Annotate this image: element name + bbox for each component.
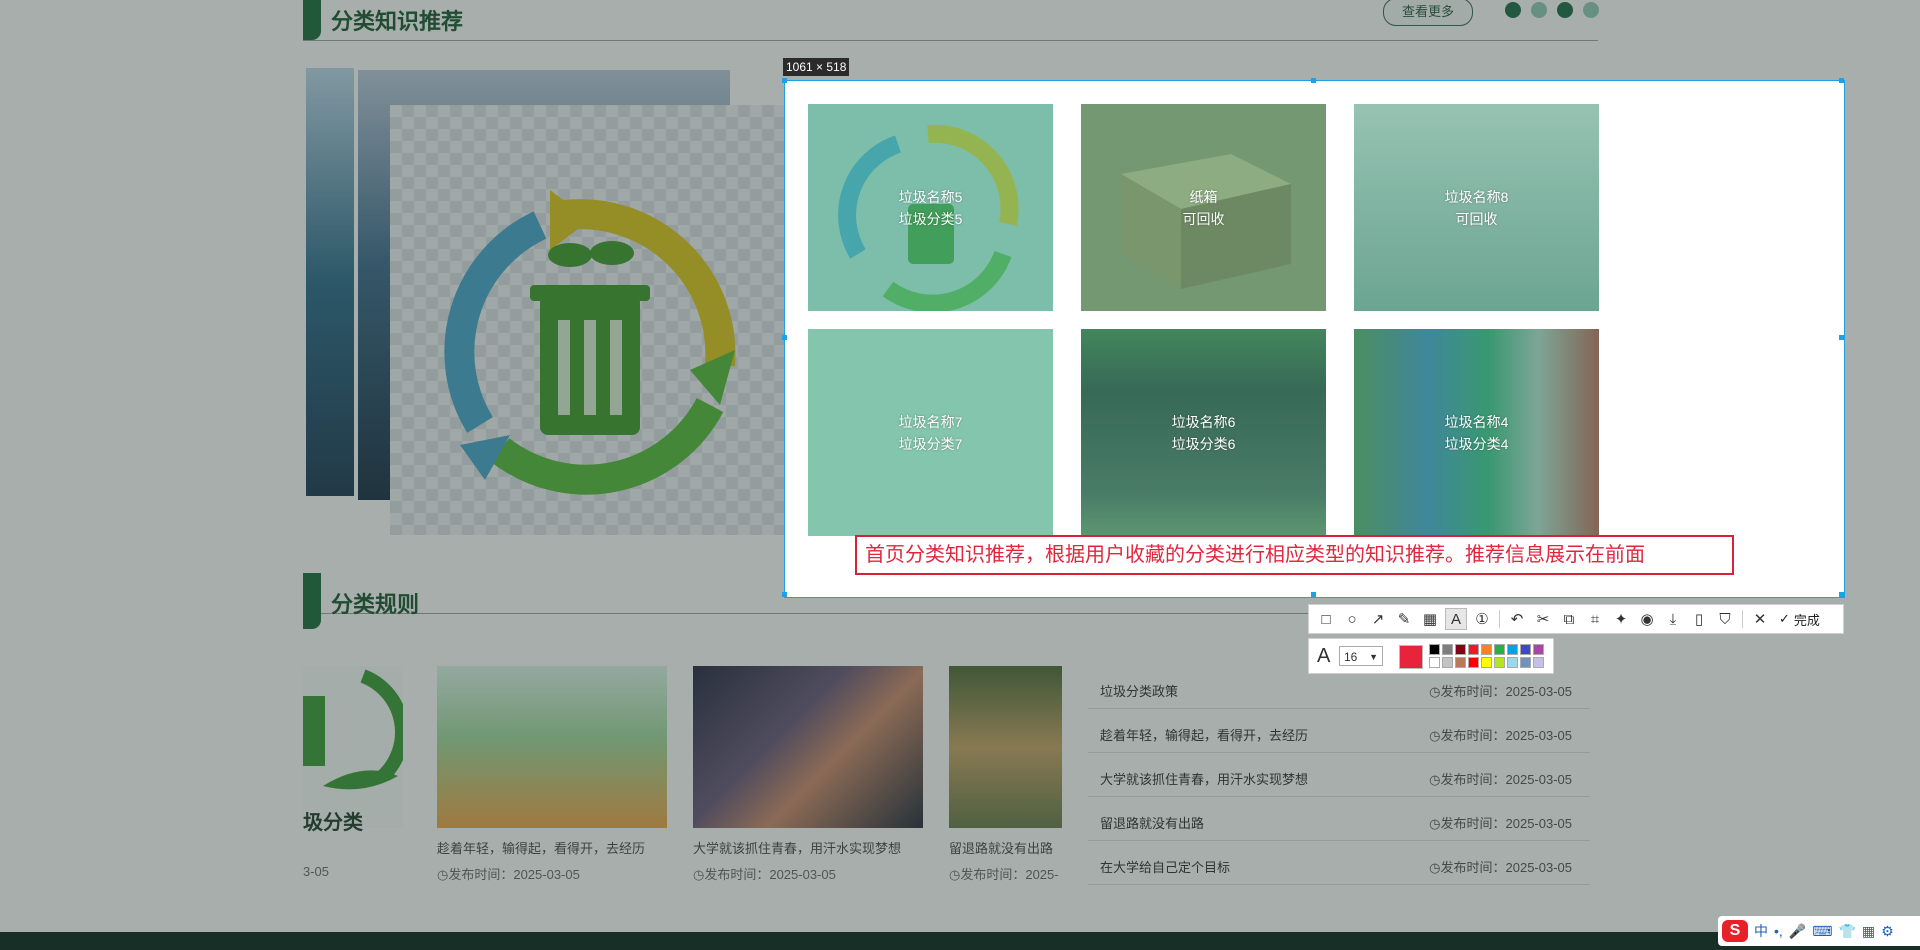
color-swatch[interactable] bbox=[1468, 657, 1479, 668]
resize-handle[interactable] bbox=[1311, 592, 1316, 597]
current-color-swatch[interactable] bbox=[1399, 645, 1423, 669]
mosaic-tool-icon[interactable]: ▦ bbox=[1419, 608, 1441, 630]
chevron-down-icon: ▼ bbox=[1369, 652, 1378, 662]
knowledge-card[interactable]: 垃圾名称6 垃圾分类6 bbox=[1081, 329, 1326, 536]
resize-handle[interactable] bbox=[1839, 592, 1844, 597]
color-swatch[interactable] bbox=[1481, 644, 1492, 655]
scissors-icon[interactable]: ✂ bbox=[1532, 608, 1554, 630]
card-text: 垃圾名称7 垃圾分类7 bbox=[898, 414, 963, 452]
screenshot-toolbar: □ ○ ↗ ✎ ▦ A ① ↶ ✂ ⧉ ⌗ ✦ ◉ ⤓ ▯ ⛉ ✕ ✓ 完成 bbox=[1308, 604, 1844, 634]
text-annotation[interactable]: 首页分类知识推荐，根据用户收藏的分类进行相应类型的知识推荐。推荐信息展示在前面 bbox=[855, 535, 1734, 575]
pin-icon[interactable]: ✦ bbox=[1610, 608, 1632, 630]
color-swatch[interactable] bbox=[1494, 657, 1505, 668]
undo-icon[interactable]: ↶ bbox=[1506, 608, 1528, 630]
card-text: 垃圾名称6 垃圾分类6 bbox=[1171, 414, 1236, 452]
color-swatch[interactable] bbox=[1455, 657, 1466, 668]
done-button[interactable]: ✓ 完成 bbox=[1779, 610, 1820, 629]
color-swatch[interactable] bbox=[1520, 657, 1531, 668]
ellipse-tool-icon[interactable]: ○ bbox=[1341, 608, 1363, 630]
close-icon[interactable]: ✕ bbox=[1749, 608, 1771, 630]
resize-handle[interactable] bbox=[1839, 335, 1844, 340]
ocr-icon[interactable]: ⌗ bbox=[1584, 608, 1606, 630]
resize-handle[interactable] bbox=[782, 78, 787, 83]
toolbar-divider bbox=[1742, 610, 1743, 628]
translate-icon[interactable]: ⧉ bbox=[1558, 608, 1580, 630]
card-text: 垃圾名称5 垃圾分类5 bbox=[898, 189, 963, 227]
font-size-select[interactable]: 16 ▼ bbox=[1339, 646, 1383, 666]
resize-handle[interactable] bbox=[782, 592, 787, 597]
settings-icon[interactable]: ⚙ bbox=[1881, 923, 1894, 940]
record-icon[interactable]: ◉ bbox=[1636, 608, 1658, 630]
knowledge-card[interactable]: 垃圾名称7 垃圾分类7 bbox=[808, 329, 1053, 536]
keyboard-icon[interactable]: ⌨ bbox=[1812, 923, 1832, 940]
mobile-icon[interactable]: ▯ bbox=[1688, 608, 1710, 630]
pen-tool-icon[interactable]: ✎ bbox=[1393, 608, 1415, 630]
knowledge-card[interactable]: 纸箱 可回收 bbox=[1081, 104, 1326, 311]
bookmark-icon[interactable]: ⛉ bbox=[1714, 608, 1736, 630]
knowledge-card[interactable]: 垃圾名称8 可回收 bbox=[1354, 104, 1599, 311]
card-text: 纸箱 可回收 bbox=[1182, 189, 1225, 227]
color-swatch[interactable] bbox=[1429, 644, 1440, 655]
resize-handle[interactable] bbox=[782, 335, 787, 340]
card-text: 垃圾名称4 垃圾分类4 bbox=[1444, 414, 1509, 452]
color-swatch[interactable] bbox=[1429, 657, 1440, 668]
color-swatch[interactable] bbox=[1481, 657, 1492, 668]
resize-handle[interactable] bbox=[1839, 78, 1844, 83]
ime-mode-label[interactable]: 中 bbox=[1754, 921, 1768, 941]
skin-icon[interactable]: 👕 bbox=[1838, 923, 1855, 940]
color-swatch[interactable] bbox=[1468, 644, 1479, 655]
color-swatch[interactable] bbox=[1494, 644, 1505, 655]
rectangle-tool-icon[interactable]: □ bbox=[1315, 608, 1337, 630]
microphone-icon[interactable]: 🎤 bbox=[1789, 923, 1806, 940]
download-icon[interactable]: ⤓ bbox=[1662, 608, 1684, 630]
toolbox-icon[interactable]: ▦ bbox=[1862, 923, 1875, 940]
check-icon: ✓ bbox=[1779, 611, 1790, 626]
text-tool-icon[interactable]: A bbox=[1445, 608, 1467, 630]
color-swatch[interactable] bbox=[1442, 644, 1453, 655]
selection-size-label: 1061 × 518 bbox=[783, 58, 850, 76]
color-swatch[interactable] bbox=[1520, 644, 1531, 655]
ime-toolbar: S 中 •, 🎤 ⌨ 👕 ▦ ⚙ bbox=[1718, 916, 1920, 946]
sogou-logo-icon[interactable]: S bbox=[1722, 920, 1748, 942]
color-swatch[interactable] bbox=[1507, 644, 1518, 655]
font-size-icon: A bbox=[1317, 645, 1331, 667]
color-swatch[interactable] bbox=[1507, 657, 1518, 668]
number-tool-icon[interactable]: ① bbox=[1471, 608, 1493, 630]
color-swatch[interactable] bbox=[1533, 644, 1544, 655]
knowledge-card[interactable]: 垃圾名称5 垃圾分类5 bbox=[808, 104, 1053, 311]
arrow-tool-icon[interactable]: ↗ bbox=[1367, 608, 1389, 630]
color-swatch[interactable] bbox=[1442, 657, 1453, 668]
resize-handle[interactable] bbox=[1311, 78, 1316, 83]
color-swatch[interactable] bbox=[1533, 657, 1544, 668]
punctuation-icon[interactable]: •, bbox=[1774, 923, 1783, 939]
card-text: 垃圾名称8 可回收 bbox=[1444, 189, 1509, 227]
toolbar-divider bbox=[1499, 610, 1500, 628]
knowledge-card[interactable]: 垃圾名称4 垃圾分类4 bbox=[1354, 329, 1599, 536]
text-style-panel: A 16 ▼ bbox=[1308, 638, 1554, 674]
color-swatch[interactable] bbox=[1455, 644, 1466, 655]
screenshot-selection[interactable]: 垃圾名称5 垃圾分类5 纸箱 可回收 垃圾名称8 可回收 垃圾名称7 垃圾分类7 垃圾名… bbox=[782, 78, 1845, 598]
